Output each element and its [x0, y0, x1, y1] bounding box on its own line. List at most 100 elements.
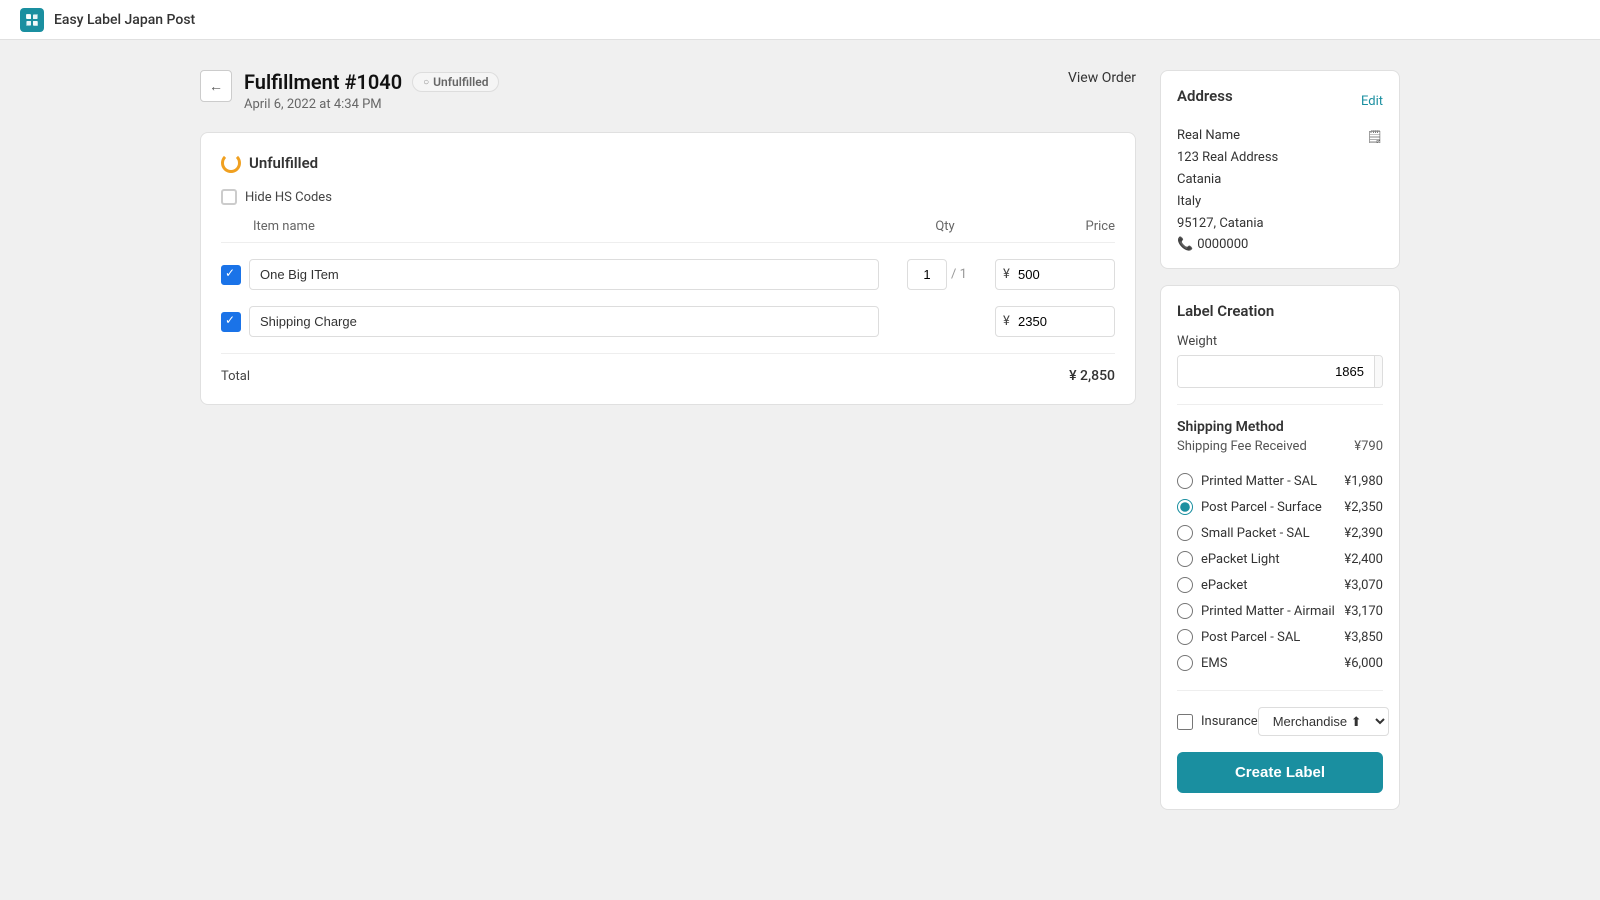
shipping-price-printed-matter-airmail: ¥3,170: [1344, 604, 1383, 619]
table-row: / 1 ¥: [221, 251, 1115, 298]
shipping-radio-printed-matter-airmail[interactable]: [1177, 603, 1193, 619]
view-order-link[interactable]: View Order: [1068, 70, 1136, 86]
page-title-block: Fulfillment #1040 ○ Unfulfilled April 6,…: [244, 70, 499, 112]
label-creation-title: Label Creation: [1177, 302, 1383, 320]
shipping-price-post-parcel-surface: ¥2,350: [1344, 500, 1383, 515]
item-1-checkbox[interactable]: [221, 265, 241, 285]
page-date: April 6, 2022 at 4:34 PM: [244, 97, 499, 112]
address-card: Address Edit 🗒 Real Name 123 Real Addres…: [1160, 70, 1400, 269]
items-table: Item name Qty Price / 1 ¥: [221, 219, 1115, 384]
shipping-fee-label: Shipping Fee Received: [1177, 439, 1307, 454]
shipping-radio-epacket[interactable]: [1177, 577, 1193, 593]
top-bar: Easy Label Japan Post: [0, 0, 1600, 40]
create-label-button[interactable]: Create Label: [1177, 752, 1383, 793]
insurance-checkbox[interactable]: [1177, 714, 1193, 730]
status-dot: ○: [423, 77, 429, 88]
shipping-option-left-post-parcel-surface: Post Parcel - Surface: [1177, 499, 1322, 515]
shipping-options-list: Printed Matter - SAL ¥1,980 Post Parcel …: [1177, 468, 1383, 676]
address-text: 🗒 Real Name 123 Real Address Catania Ita…: [1177, 125, 1383, 235]
list-item: ePacket Light ¥2,400: [1177, 546, 1383, 572]
shipping-price-ems: ¥6,000: [1344, 656, 1383, 671]
unfulfilled-icon: [221, 153, 241, 173]
shipping-method-title: Shipping Method: [1177, 419, 1383, 435]
main-content: ← Fulfillment #1040 ○ Unfulfilled April …: [0, 40, 1600, 900]
left-panel: ← Fulfillment #1040 ○ Unfulfilled April …: [200, 70, 1136, 870]
shipping-option-left-epacket-light: ePacket Light: [1177, 551, 1280, 567]
weight-input[interactable]: [1178, 356, 1374, 387]
list-item: ePacket ¥3,070: [1177, 572, 1383, 598]
merchandise-select[interactable]: Merchandise ⬆ Gift Documents Sample: [1258, 707, 1389, 736]
total-value: ¥ 2,850: [1069, 368, 1115, 384]
item-2-checkbox[interactable]: [221, 312, 241, 332]
item-2-name-input[interactable]: [249, 306, 879, 337]
item-1-name-input[interactable]: [249, 259, 879, 290]
item-1-price-wrap: ¥: [995, 259, 1115, 290]
label-creation-card: Label Creation Weight g Shipping Method …: [1160, 285, 1400, 810]
shipping-radio-post-parcel-surface[interactable]: [1177, 499, 1193, 515]
phone-icon: 📞: [1177, 237, 1193, 252]
address-country: Italy: [1177, 191, 1383, 213]
shipping-radio-small-packet-sal[interactable]: [1177, 525, 1193, 541]
list-item: Small Packet - SAL ¥2,390: [1177, 520, 1383, 546]
hide-hs-label: Hide HS Codes: [245, 190, 332, 205]
shipping-price-epacket-light: ¥2,400: [1344, 552, 1383, 567]
phone-number: 0000000: [1197, 237, 1248, 252]
item-1-price-input[interactable]: [995, 259, 1115, 290]
section-title-row: Unfulfilled: [221, 153, 1115, 173]
address-header: Address Edit: [1177, 87, 1383, 115]
hide-hs-row: Hide HS Codes: [221, 189, 1115, 205]
shipping-name-post-parcel-sal: Post Parcel - SAL: [1201, 630, 1300, 645]
shipping-price-printed-matter-sal: ¥1,980: [1344, 474, 1383, 489]
list-item: Printed Matter - Airmail ¥3,170: [1177, 598, 1383, 624]
table-row: ¥: [221, 298, 1115, 345]
col-header-price: Price: [995, 219, 1115, 234]
address-name: Real Name: [1177, 125, 1383, 147]
page-title: Fulfillment #1040 ○ Unfulfilled: [244, 70, 499, 94]
shipping-radio-post-parcel-sal[interactable]: [1177, 629, 1193, 645]
shipping-name-ems: EMS: [1201, 656, 1227, 671]
insurance-row: Insurance Merchandise ⬆ Gift Documents S…: [1177, 707, 1383, 736]
item-2-currency: ¥: [1003, 314, 1010, 329]
fulfillment-card: Unfulfilled Hide HS Codes Item name Qty …: [200, 132, 1136, 405]
item-2-price-input[interactable]: [995, 306, 1115, 337]
hide-hs-checkbox[interactable]: [221, 189, 237, 205]
address-city: Catania: [1177, 169, 1383, 191]
shipping-radio-printed-matter-sal[interactable]: [1177, 473, 1193, 489]
shipping-option-left-ems: EMS: [1177, 655, 1227, 671]
list-item: Post Parcel - SAL ¥3,850: [1177, 624, 1383, 650]
address-edit-link[interactable]: Edit: [1361, 94, 1383, 109]
weight-unit: g: [1374, 356, 1383, 387]
shipping-name-post-parcel-surface: Post Parcel - Surface: [1201, 500, 1322, 515]
item-1-qty-input[interactable]: [907, 259, 947, 290]
weight-input-wrap: g: [1177, 355, 1383, 388]
items-header: Item name Qty Price: [221, 219, 1115, 243]
insurance-label: Insurance: [1201, 714, 1258, 729]
shipping-price-epacket: ¥3,070: [1344, 578, 1383, 593]
shipping-fee-value: ¥790: [1354, 439, 1383, 454]
col-header-name: Item name: [253, 219, 895, 234]
item-2-price-wrap: ¥: [995, 306, 1115, 337]
shipping-option-left-small-packet-sal: Small Packet - SAL: [1177, 525, 1310, 541]
app-name: Easy Label Japan Post: [54, 12, 195, 28]
weight-label: Weight: [1177, 334, 1383, 349]
status-badge: ○ Unfulfilled: [412, 72, 499, 92]
shipping-radio-ems[interactable]: [1177, 655, 1193, 671]
app-logo: [20, 8, 44, 32]
address-title: Address: [1177, 87, 1233, 105]
shipping-fee-row: Shipping Fee Received ¥790: [1177, 439, 1383, 454]
separator-2: [1177, 690, 1383, 691]
total-label: Total: [221, 369, 250, 384]
shipping-radio-epacket-light[interactable]: [1177, 551, 1193, 567]
item-1-qty-group: / 1: [887, 259, 987, 290]
fulfillment-id: Fulfillment #1040: [244, 70, 402, 94]
right-panel: Address Edit 🗒 Real Name 123 Real Addres…: [1160, 70, 1400, 870]
status-text: Unfulfilled: [433, 75, 488, 89]
back-button[interactable]: ←: [200, 70, 232, 102]
col-header-qty: Qty: [895, 219, 995, 234]
shipping-option-left-printed-matter-sal: Printed Matter - SAL: [1177, 473, 1317, 489]
shipping-name-printed-matter-sal: Printed Matter - SAL: [1201, 474, 1317, 489]
total-row: Total ¥ 2,850: [221, 353, 1115, 384]
copy-icon[interactable]: 🗒: [1366, 127, 1383, 149]
shipping-name-printed-matter-airmail: Printed Matter - Airmail: [1201, 604, 1335, 619]
phone-row: 📞 0000000: [1177, 237, 1383, 252]
